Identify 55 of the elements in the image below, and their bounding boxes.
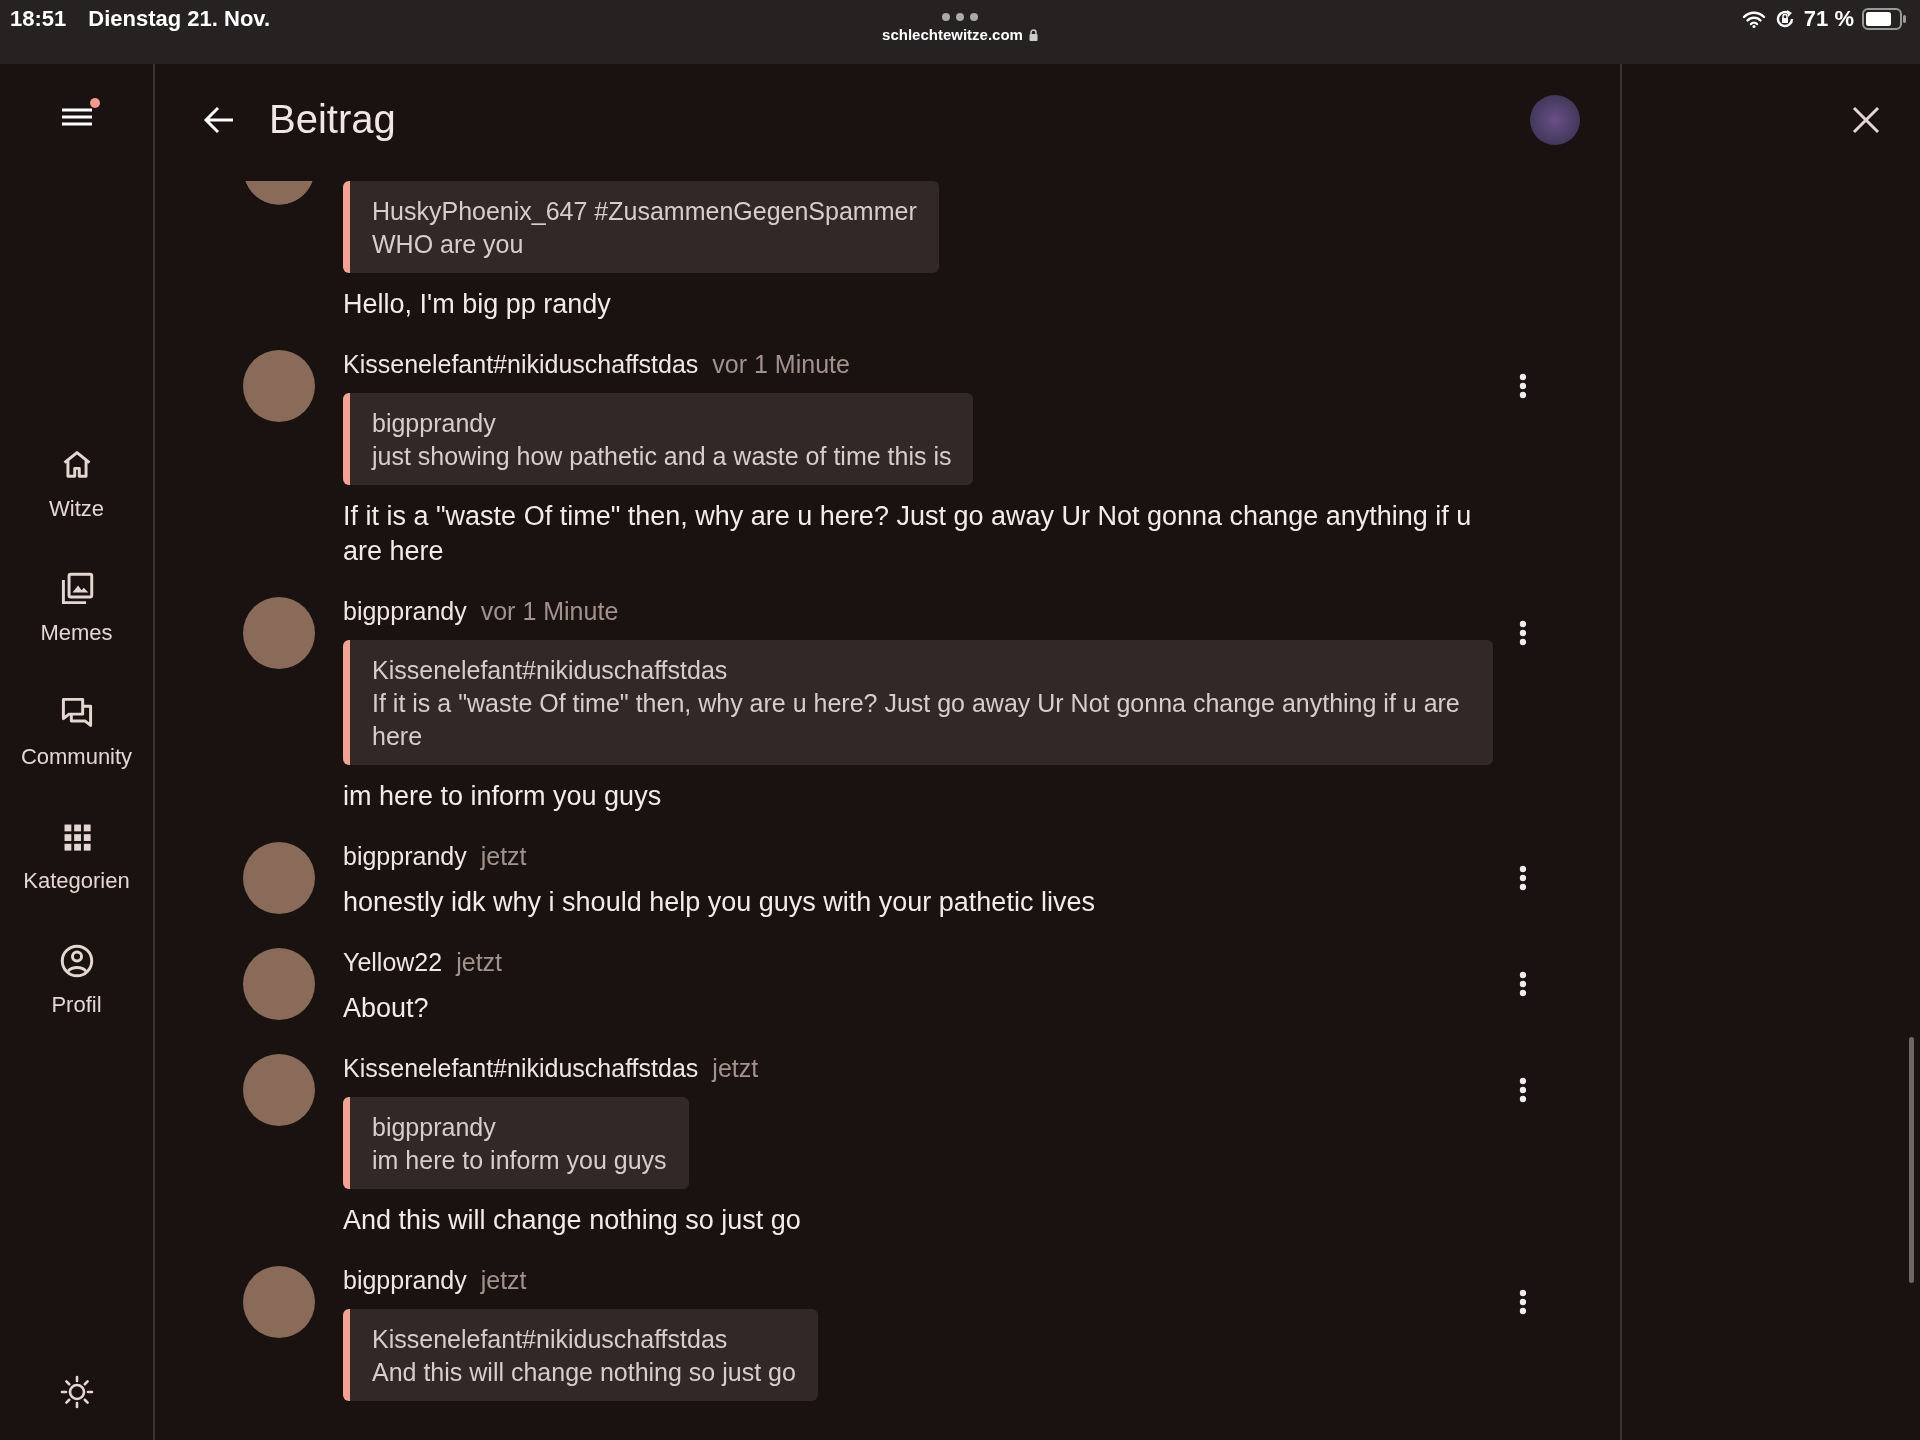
- author-name[interactable]: Yellow22: [343, 948, 443, 977]
- image-stack-icon: [59, 572, 94, 606]
- quoted-text: If it is a "waste Of time" then, why are u here? Just go away Ur Not gonna change anything if u are here: [372, 688, 1461, 752]
- quoted-text: And this will change nothing so just go: [372, 1357, 796, 1388]
- quoted-author: Kissenelefant#nikiduschaffstdas: [372, 655, 729, 686]
- scrollbar-thumb[interactable]: [1909, 1037, 1914, 1283]
- date-text: Dienstag 21. Nov.: [88, 6, 271, 32]
- timestamp: jetzt: [456, 948, 503, 977]
- author-name[interactable]: bigpprandy: [343, 842, 467, 871]
- wifi-icon: [1741, 10, 1766, 28]
- more-options-icon[interactable]: [1519, 1289, 1527, 1315]
- battery-percentage: 71 %: [1803, 6, 1854, 32]
- quoted-text: WHO are you: [372, 229, 525, 260]
- nav-item[interactable]: Profil: [12, 940, 141, 1022]
- more-options-icon[interactable]: [1519, 620, 1527, 646]
- timestamp: jetzt: [480, 1266, 527, 1295]
- timestamp: vor 1 Minute: [712, 350, 850, 379]
- nav-item[interactable]: Memes: [12, 568, 141, 650]
- quoted-author: HuskyPhoenix_647 #ZusammenGegenSpammer: [372, 196, 917, 227]
- more-options-icon[interactable]: [1519, 865, 1527, 891]
- chat-bubbles-icon: [59, 696, 94, 730]
- quoted-author: bigpprandy: [372, 408, 497, 439]
- author-name[interactable]: bigpprandy: [343, 597, 467, 626]
- comment-text: And this will change nothing so just go: [343, 1204, 802, 1237]
- comment-text: Hello, I'm big pp randy: [343, 288, 612, 321]
- close-icon[interactable]: [1852, 106, 1880, 134]
- comment-text: honestly idk why i should help you guys with your pathetic lives: [343, 886, 1096, 919]
- clock-time: 18:51: [10, 6, 67, 32]
- timestamp: jetzt: [480, 842, 527, 871]
- nav-item[interactable]: Kategorien: [12, 816, 141, 898]
- more-options-icon[interactable]: [1519, 373, 1527, 399]
- quoted-author: Kissenelefant#nikiduschaffstdas: [372, 1324, 729, 1355]
- page-title: Beitrag: [269, 97, 397, 142]
- comment-text: About?: [343, 992, 430, 1025]
- author-name[interactable]: bigpprandy: [343, 1266, 467, 1295]
- battery-icon: [1862, 8, 1906, 30]
- back-arrow-icon[interactable]: [203, 105, 235, 134]
- author-name[interactable]: Kissenelefant#nikiduschaffstdas: [343, 1054, 699, 1083]
- more-options-icon[interactable]: [1519, 1077, 1527, 1103]
- author-name[interactable]: Kissenelefant#nikiduschaffstdas: [343, 350, 699, 379]
- url-text[interactable]: schlechtewitze.com: [882, 26, 1023, 43]
- timestamp: jetzt: [712, 1054, 759, 1083]
- user-avatar[interactable]: [1530, 94, 1580, 145]
- user-circle-icon: [59, 944, 94, 978]
- timestamp: vor 1 Minute: [480, 597, 619, 626]
- nav-item[interactable]: Witze: [12, 444, 141, 526]
- comment-text: If it is a "waste Of time" then, why are u here? Just go away Ur Not gonna change anything if u are here: [343, 500, 1473, 568]
- more-icon[interactable]: [941, 12, 979, 22]
- quoted-text: im here to inform you guys: [372, 1145, 667, 1176]
- lock-icon: [1028, 28, 1038, 41]
- comment-text: im here to inform you guys: [343, 780, 663, 813]
- quoted-author: bigpprandy: [372, 1112, 497, 1143]
- nav-item[interactable]: Community: [12, 692, 141, 774]
- more-options-icon[interactable]: [1519, 971, 1527, 997]
- quoted-text: just showing how pathetic and a waste of time this is: [372, 441, 952, 472]
